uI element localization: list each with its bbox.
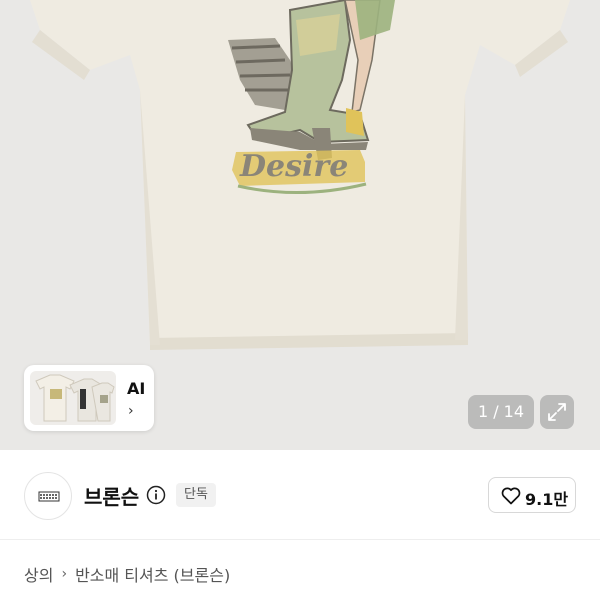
ai-fitting-card[interactable]: AI ›: [24, 365, 154, 431]
ai-card-label: AI: [127, 379, 146, 398]
brand-name[interactable]: 브론슨: [84, 481, 139, 510]
exclusive-badge: 단독: [176, 483, 216, 507]
breadcrumb-item-subcategory[interactable]: 반소매 티셔츠 (브론슨): [75, 566, 230, 585]
chevron-right-icon: ›: [61, 566, 68, 582]
brand-logo[interactable]: [24, 472, 72, 520]
expand-icon: [548, 403, 566, 421]
shirt-graphic-text: Desire: [239, 149, 348, 184]
breadcrumb-item-category[interactable]: 상의: [24, 566, 53, 585]
heart-icon: [501, 487, 521, 505]
breadcrumb: 상의 › 반소매 티셔츠 (브론슨): [24, 562, 230, 586]
like-count: 9.1만: [525, 490, 569, 509]
info-icon[interactable]: [146, 485, 166, 505]
ai-thumbnail-image: [30, 371, 116, 425]
image-counter: 1 / 14: [468, 395, 534, 429]
expand-button[interactable]: [540, 395, 574, 429]
brand-logo-icon: [38, 491, 60, 502]
like-button[interactable]: 9.1만: [488, 477, 576, 513]
chevron-right-icon: ›: [128, 403, 134, 419]
brand-row: 브론슨 단독 9.1만: [0, 450, 600, 540]
